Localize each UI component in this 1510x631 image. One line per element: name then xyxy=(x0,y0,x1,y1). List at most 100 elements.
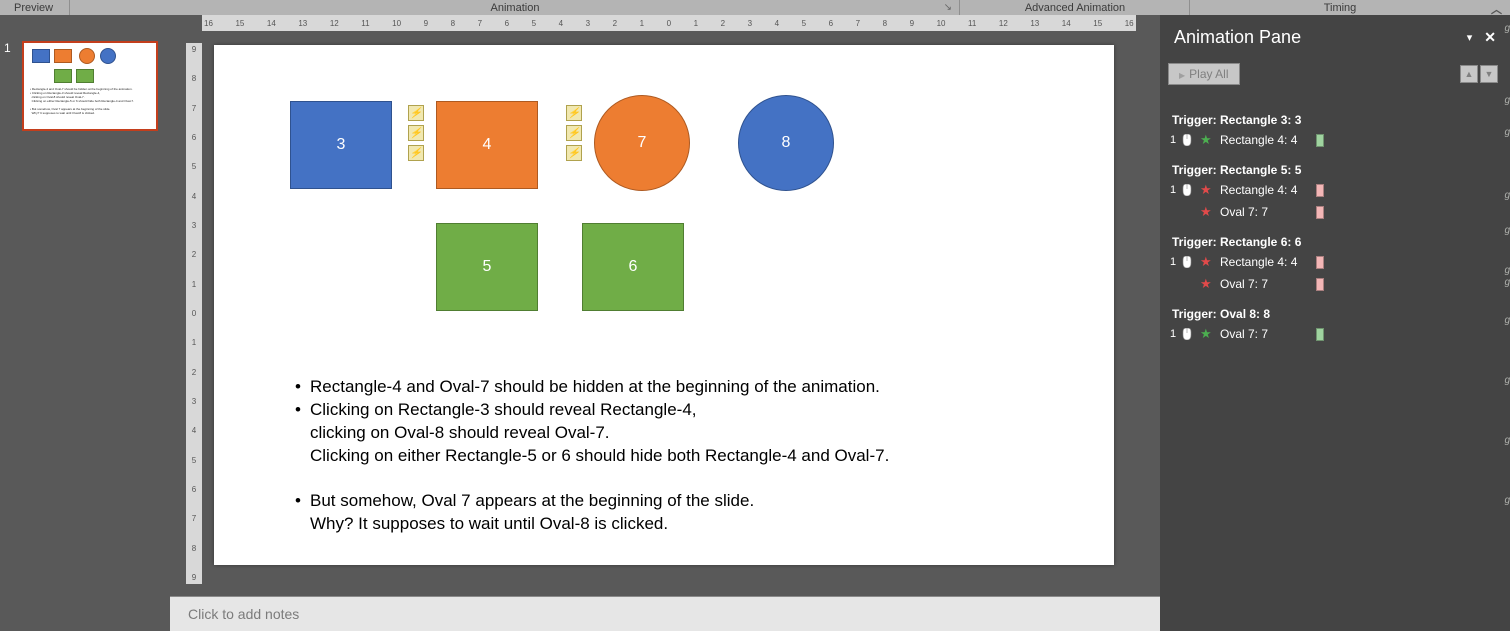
trigger-label: Trigger: Oval 8: 8 xyxy=(1166,303,1502,323)
anim-seq: 1 xyxy=(1170,184,1180,196)
rectangle-3[interactable]: 3 xyxy=(290,101,392,189)
ruler-tick: 6 xyxy=(192,133,196,142)
bullet-line: •Rectangle-4 and Oval-7 should be hidden… xyxy=(286,375,1074,398)
anim-tags-rect4: ⚡ ⚡ ⚡ xyxy=(408,105,424,165)
bullet-dot: • xyxy=(286,489,310,512)
timeline-bar xyxy=(1316,256,1324,269)
rectangle-4[interactable]: 4 xyxy=(436,101,538,189)
ruler-tick: 6 xyxy=(505,19,509,28)
ruler-tick: 3 xyxy=(192,221,196,230)
timeline-bar xyxy=(1316,184,1324,197)
bullet-line: clicking on Oval-8 should reveal Oval-7. xyxy=(286,421,1074,444)
ruler-tick: 1 xyxy=(192,338,196,347)
anim-target-name: Oval 7: 7 xyxy=(1220,277,1310,291)
slide-thumbnail-1[interactable]: • Rectangle-4 and Oval-7 should be hidde… xyxy=(22,41,158,131)
text-body[interactable]: •Rectangle-4 and Oval-7 should be hidden… xyxy=(286,375,1074,535)
ruler-tick: 14 xyxy=(267,19,276,28)
ruler-tick: 6 xyxy=(829,19,833,28)
rectangle-5[interactable]: 5 xyxy=(436,223,538,311)
animation-item[interactable]: 1★Rectangle 4: 4 xyxy=(1166,251,1502,273)
ruler-tick: 4 xyxy=(775,19,779,28)
ribbon-group[interactable]: Timing xyxy=(1190,0,1490,15)
trigger-group: Trigger: Rectangle 5: 51★Rectangle 4: 4★… xyxy=(1166,159,1502,223)
ruler-tick: 2 xyxy=(192,250,196,259)
ruler-tick: 8 xyxy=(883,19,887,28)
ruler-tick: 11 xyxy=(968,19,976,28)
lightning-icon[interactable]: ⚡ xyxy=(566,125,582,141)
play-all-button[interactable]: Play All xyxy=(1168,63,1240,85)
ruler-tick: 2 xyxy=(721,19,725,28)
anim-target-name: Rectangle 4: 4 xyxy=(1220,255,1310,269)
move-up-button[interactable]: ▲ xyxy=(1460,65,1478,83)
ribbon-group[interactable]: Preview xyxy=(0,0,70,15)
bullet-text: Clicking on Rectangle-3 should reveal Re… xyxy=(310,398,697,421)
ribbon-group[interactable]: Advanced Animation xyxy=(960,0,1190,15)
effect-star-icon: ★ xyxy=(1200,276,1216,292)
bullet-line: •Clicking on Rectangle-3 should reveal R… xyxy=(286,398,1074,421)
rectangle-6[interactable]: 6 xyxy=(582,223,684,311)
ruler-tick: 16 xyxy=(1125,19,1134,28)
thumb-shape-4 xyxy=(54,49,72,63)
bullet-line: Clicking on either Rectangle-5 or 6 shou… xyxy=(286,444,1074,467)
animation-item[interactable]: ★Oval 7: 7 xyxy=(1166,201,1502,223)
anim-seq: 1 xyxy=(1170,256,1180,268)
mouse-icon xyxy=(1182,328,1196,340)
ribbon-group[interactable]: Animation↘ xyxy=(70,0,960,15)
thumb-shape-3 xyxy=(32,49,50,63)
thumb-shape-6 xyxy=(76,69,94,83)
ruler-tick: 8 xyxy=(192,544,196,553)
ruler-tick: 13 xyxy=(298,19,307,28)
ruler-tick: 11 xyxy=(361,19,369,28)
pane-title: Animation Pane xyxy=(1174,27,1467,48)
ruler-tick: 7 xyxy=(192,514,196,523)
ruler-tick: 9 xyxy=(192,573,196,582)
ruler-tick: 3 xyxy=(748,19,752,28)
dialog-launcher-icon[interactable]: ↘ xyxy=(938,2,956,13)
anim-target-name: Rectangle 4: 4 xyxy=(1220,183,1310,197)
edge-mark: g xyxy=(1504,435,1510,446)
animation-item[interactable]: 1★Rectangle 4: 4 xyxy=(1166,129,1502,151)
edge-mark: g xyxy=(1504,23,1510,34)
ruler-tick: 10 xyxy=(392,19,401,28)
ruler-tick: 1 xyxy=(694,19,698,28)
notes-area[interactable]: Click to add notes xyxy=(170,596,1160,631)
ruler-tick: 1 xyxy=(192,280,196,289)
ruler-tick: 13 xyxy=(1030,19,1039,28)
ruler-tick: 5 xyxy=(532,19,536,28)
bullet-text: But somehow, Oval 7 appears at the begin… xyxy=(310,489,754,512)
lightning-icon[interactable]: ⚡ xyxy=(408,145,424,161)
anim-target-name: Rectangle 4: 4 xyxy=(1220,133,1310,147)
move-down-button[interactable]: ▼ xyxy=(1480,65,1498,83)
ruler-tick: 4 xyxy=(192,426,196,435)
oval-8[interactable]: 8 xyxy=(738,95,834,191)
lightning-icon[interactable]: ⚡ xyxy=(566,105,582,121)
ruler-tick: 6 xyxy=(192,485,196,494)
slide-canvas[interactable]: 3 ⚡ ⚡ ⚡ 4 ⚡ ⚡ ⚡ 7 8 5 6 •Rectangle-4 and… xyxy=(214,45,1114,565)
lightning-icon[interactable]: ⚡ xyxy=(408,125,424,141)
trigger-label: Trigger: Rectangle 3: 3 xyxy=(1166,109,1502,129)
anim-tags-oval7: ⚡ ⚡ ⚡ xyxy=(566,105,582,165)
animation-item[interactable]: ★ Oval 7: 7 xyxy=(1166,273,1502,295)
ruler-tick: 15 xyxy=(1093,19,1102,28)
effect-star-icon: ★ xyxy=(1200,132,1216,148)
lightning-icon[interactable]: ⚡ xyxy=(408,105,424,121)
animation-item[interactable]: 1★Oval 7: 7 xyxy=(1166,323,1502,345)
oval-7[interactable]: 7 xyxy=(594,95,690,191)
close-icon[interactable]: ✕ xyxy=(1484,29,1496,46)
timeline-bar xyxy=(1316,328,1324,341)
bullet-dot xyxy=(286,444,310,467)
slide-editor: 1615141312111098765432101234567891011121… xyxy=(170,15,1160,596)
trigger-group: Trigger: Rectangle 3: 31★Rectangle 4: 4 xyxy=(1166,109,1502,151)
lightning-icon[interactable]: ⚡ xyxy=(566,145,582,161)
bullet-dot: • xyxy=(286,375,310,398)
edge-mark: g xyxy=(1504,375,1510,386)
pane-menu-icon[interactable]: ▾ xyxy=(1467,31,1471,44)
ruler-tick: 14 xyxy=(1062,19,1071,28)
effect-star-icon: ★ xyxy=(1200,326,1216,342)
bullet-dot xyxy=(286,421,310,444)
animation-pane: Animation Pane ▾ ✕ Play All ▲ ▼ Trigger:… xyxy=(1160,15,1510,631)
ruler-tick: 4 xyxy=(192,192,196,201)
ruler-tick: 4 xyxy=(559,19,563,28)
ribbon-group-label: Advanced Animation xyxy=(960,2,1190,14)
animation-item[interactable]: 1★Rectangle 4: 4 xyxy=(1166,179,1502,201)
